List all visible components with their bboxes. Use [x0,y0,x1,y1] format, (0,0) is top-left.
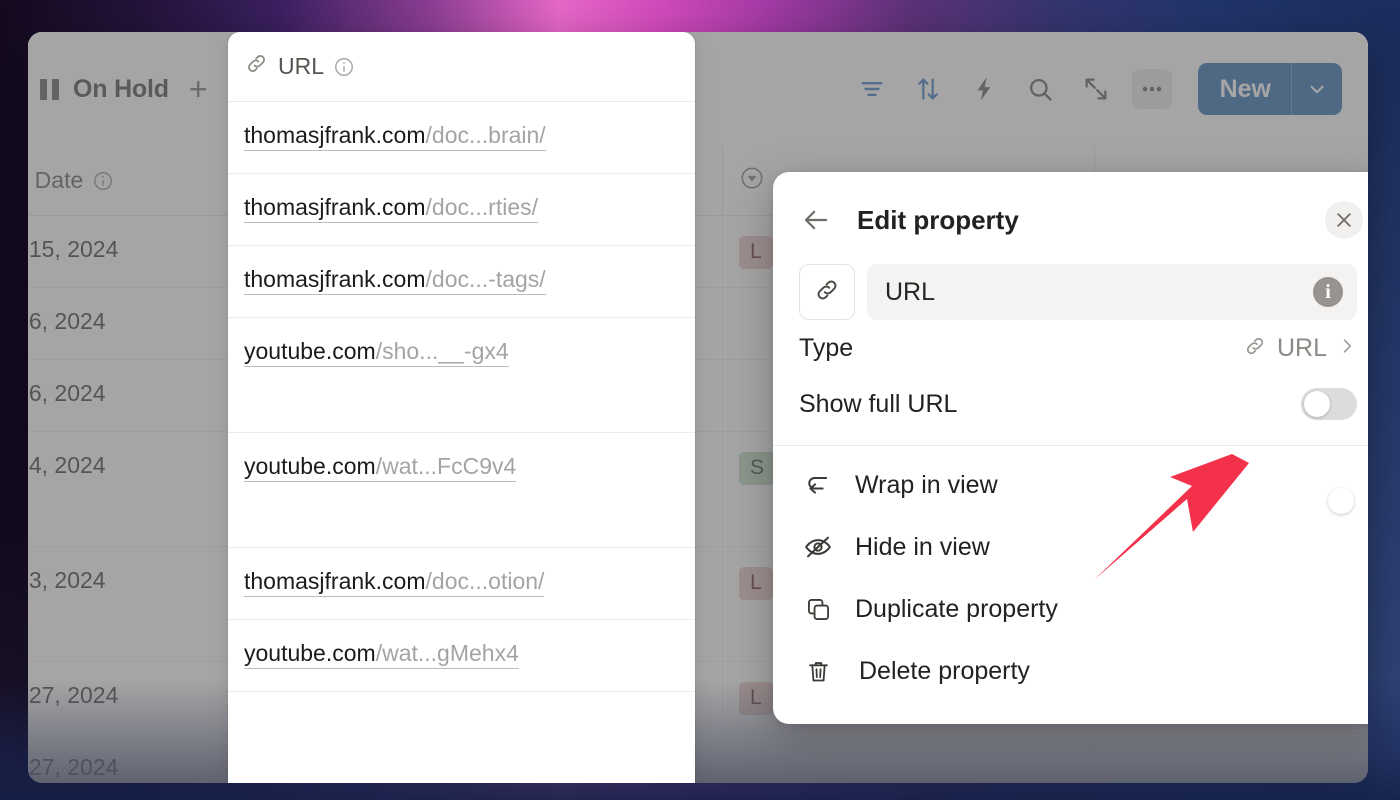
column-header-url[interactable] [256,146,723,215]
sort-icon[interactable] [908,69,948,109]
property-name-value: URL [885,277,936,306]
filter-icon[interactable] [852,69,892,109]
duplicate-icon [801,596,835,623]
expand-icon[interactable] [1076,69,1116,109]
cell-date[interactable]: er 4, 2024 [28,432,256,546]
menu-item-wrap-in-view[interactable]: Wrap in view [773,454,1368,516]
cell-date-value: er 4, 2024 [28,452,106,478]
status-badge: L [739,236,773,269]
type-row[interactable]: Type URL [773,320,1368,376]
select-property-icon [739,165,765,197]
more-options-icon[interactable] [1131,69,1172,109]
new-button-label: New [1219,74,1271,103]
desktop-background: On Hold + New Date 15, 2024 L 6, 2024 6,… [0,0,1400,800]
automation-lightning-icon[interactable] [964,69,1004,109]
app-window: On Hold + New Date 15, 2024 L 6, 2024 6,… [28,32,1368,783]
menu-item-hide-in-view[interactable]: Hide in view [773,516,1368,578]
chevron-down-icon[interactable] [1292,63,1342,115]
search-icon[interactable] [1020,69,1060,109]
type-label: Type [799,333,854,362]
edit-property-dialog: Edit property URL i Type URL Show full U… [773,172,1368,724]
show-full-url-control [1301,388,1357,420]
link-icon [1243,334,1267,363]
type-value: URL [1276,333,1327,362]
cell-date-value: er 27, 2024 [28,682,119,708]
cell-date-value: er 27, 2024 [28,754,119,780]
menu-item-label: Delete property [859,656,1030,685]
dialog-divider [773,445,1368,446]
back-arrow-icon[interactable] [799,203,833,237]
close-icon[interactable] [1325,201,1363,239]
cell-url[interactable] [256,288,723,359]
menu-item-delete-property[interactable]: Delete property [773,640,1368,702]
cell-url[interactable] [256,734,723,783]
eye-off-icon [801,532,835,562]
menu-item-label: Duplicate property [855,594,1058,623]
link-icon [813,276,841,309]
show-full-url-row[interactable]: Show full URL [773,376,1368,432]
chevron-right-icon [1337,336,1357,361]
status-badge: S [739,452,776,485]
menu-item-duplicate-property[interactable]: Duplicate property [773,578,1368,640]
add-view-button[interactable]: + [189,73,208,105]
info-filled-icon[interactable]: i [1313,277,1343,307]
show-full-url-toggle[interactable] [1301,388,1357,420]
cell-date-value: er 3, 2024 [28,567,106,593]
cell-date-value: er 6, 2024 [28,380,106,406]
cell-url[interactable] [256,216,723,287]
cell-date[interactable]: er 27, 2024 [28,734,256,783]
view-tab-label: On Hold [73,74,169,103]
toolbar: On Hold + New [28,32,1368,146]
status-badge: L [739,567,773,600]
cell-tail [1095,734,1368,783]
cell-date[interactable]: er 27, 2024 [28,662,256,733]
menu-item-label: Hide in view [855,532,990,561]
cell-date[interactable]: er 15, 2024 [28,216,256,287]
dialog-header: Edit property [773,172,1368,246]
cell-date[interactable]: er 6, 2024 [28,288,256,359]
column-header-date[interactable]: sh Date [28,146,256,215]
table-row[interactable]: er 27, 2024 [28,734,1368,783]
status-badge: L [739,682,773,715]
cell-date[interactable]: er 3, 2024 [28,547,256,661]
show-full-url-label: Show full URL [799,389,958,418]
column-header-date-label: sh Date [28,167,84,193]
property-type-icon-button[interactable] [799,264,855,320]
menu-item-label: Wrap in view [855,470,998,499]
pause-icon [40,78,59,100]
toolbar-right: New [852,63,1342,115]
cell-url[interactable] [256,432,723,546]
cell-url[interactable] [256,547,723,661]
new-button[interactable]: New [1197,63,1342,115]
toolbar-left: On Hold + [40,73,208,105]
cell-date-value: er 6, 2024 [28,308,106,334]
info-icon[interactable] [92,170,114,192]
type-row-value: URL [1243,334,1357,363]
wrap-arrow-icon [801,471,835,499]
cell-url[interactable] [256,662,723,733]
dialog-title: Edit property [857,204,1019,235]
property-name-input[interactable]: URL i [867,264,1357,320]
view-tab-on-hold[interactable]: On Hold [40,75,169,104]
cell-date-value: er 15, 2024 [28,236,119,262]
cell-status[interactable] [723,734,1095,783]
cell-date[interactable]: er 6, 2024 [28,360,256,431]
cell-url[interactable] [256,360,723,431]
property-name-row: URL i [773,246,1368,320]
trash-icon [801,658,835,685]
